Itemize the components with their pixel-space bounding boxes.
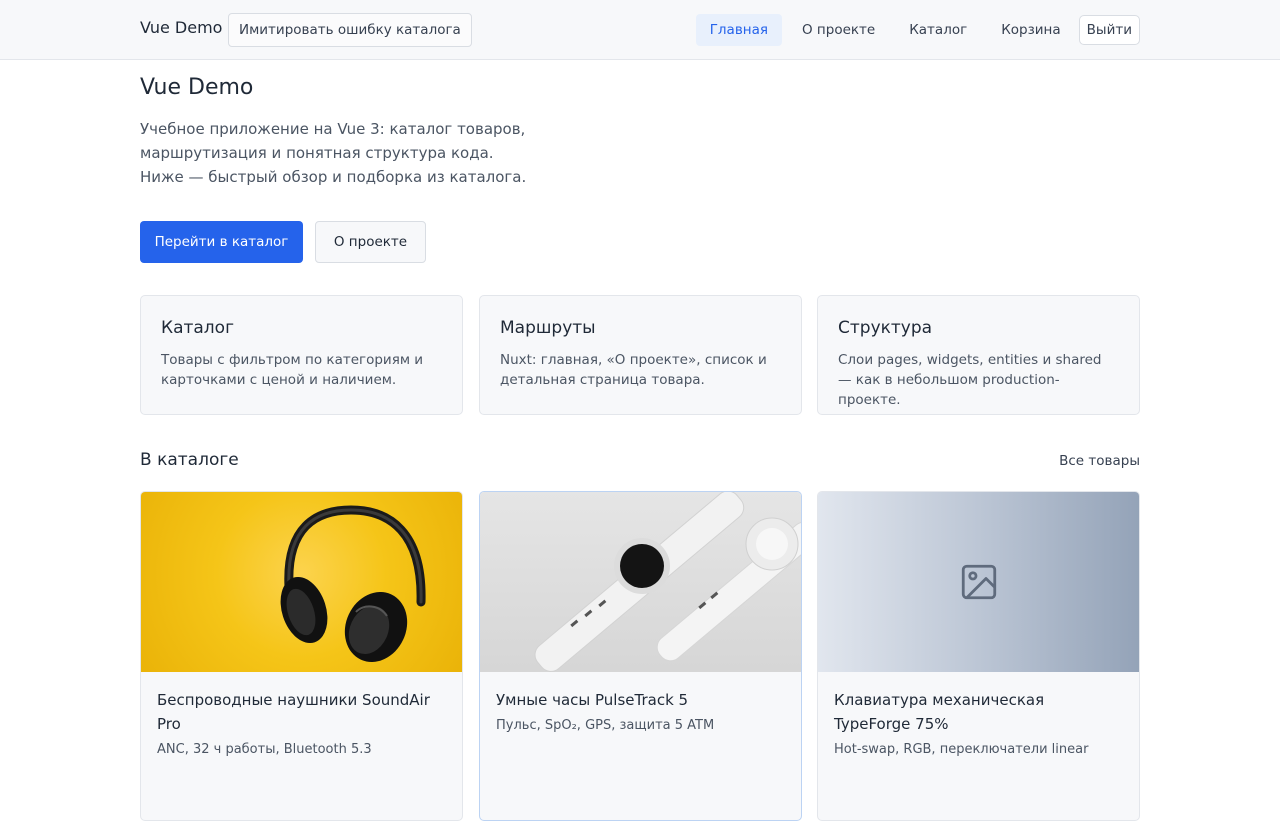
feature-title: Структура xyxy=(838,318,933,338)
feature-description: Слои pages, widgets, entities и shared —… xyxy=(838,352,1102,408)
main-nav: Главная О проекте Каталог Корзина Выйти xyxy=(690,14,1140,46)
headphones-illustration xyxy=(280,505,426,663)
image-placeholder xyxy=(818,492,1139,672)
product-name: Клавиатура механическая TypeForge 75% xyxy=(834,691,1045,733)
feature-title: Каталог xyxy=(161,318,235,338)
go-to-catalog-button[interactable]: Перейти в каталог xyxy=(140,221,303,263)
hero-description: Учебное приложение на Vue 3: каталог тов… xyxy=(140,120,527,186)
nav-link-cart[interactable]: Корзина xyxy=(987,14,1074,46)
product-description: Hot-swap, RGB, переключатели linear xyxy=(834,742,1089,757)
product-body: Беспроводные наушники SoundAir Pro ANC, … xyxy=(141,672,462,776)
product-body: Клавиатура механическая TypeForge 75% Ho… xyxy=(818,672,1139,776)
product-card-headphones[interactable]: Беспроводные наушники SoundAir Pro ANC, … xyxy=(140,491,463,821)
product-description: ANC, 32 ч работы, Bluetooth 5.3 xyxy=(157,742,372,757)
product-description: Пульс, SpO₂, GPS, защита 5 ATM xyxy=(496,718,715,733)
feature-card-structure: Структура Слои pages, widgets, entities … xyxy=(817,295,1140,415)
nav-link-about[interactable]: О проекте xyxy=(788,14,889,46)
feature-description: Nuxt: главная, «О проекте», список и дет… xyxy=(500,352,767,388)
all-products-link[interactable]: Все товары xyxy=(1059,453,1140,469)
feature-title: Маршруты xyxy=(500,318,596,338)
nav-link-catalog[interactable]: Каталог xyxy=(895,14,981,46)
about-project-button[interactable]: О проекте xyxy=(315,221,426,263)
smartwatch-photo xyxy=(480,492,801,672)
feature-card-routes: Маршруты Nuxt: главная, «О проекте», спи… xyxy=(479,295,802,415)
catalog-section-title: В каталоге xyxy=(140,450,239,470)
simulate-catalog-error-button[interactable]: Имитировать ошибку каталога xyxy=(228,13,472,47)
product-card-keyboard[interactable]: Клавиатура механическая TypeForge 75% Ho… xyxy=(817,491,1140,821)
page-title: Vue Demo xyxy=(140,75,254,100)
headphones-photo xyxy=(141,492,462,672)
product-name: Беспроводные наушники SoundAir Pro xyxy=(157,691,430,733)
brand-logo[interactable]: Vue Demo xyxy=(140,18,222,37)
feature-description: Товары с фильтром по категориям и карточ… xyxy=(161,352,424,388)
smartwatch-illustration xyxy=(534,492,801,672)
top-header: Vue Demo Имитировать ошибку каталога Гла… xyxy=(0,0,1280,60)
nav-link-home[interactable]: Главная xyxy=(695,14,782,46)
image-placeholder-icon xyxy=(961,564,996,600)
feature-card-catalog: Каталог Товары с фильтром по категориям … xyxy=(140,295,463,415)
logout-button[interactable]: Выйти xyxy=(1078,15,1140,45)
product-name: Умные часы PulseTrack 5 xyxy=(496,691,689,709)
product-body: Умные часы PulseTrack 5 Пульс, SpO₂, GPS… xyxy=(480,672,801,752)
product-card-smartwatch[interactable]: Умные часы PulseTrack 5 Пульс, SpO₂, GPS… xyxy=(479,491,802,821)
